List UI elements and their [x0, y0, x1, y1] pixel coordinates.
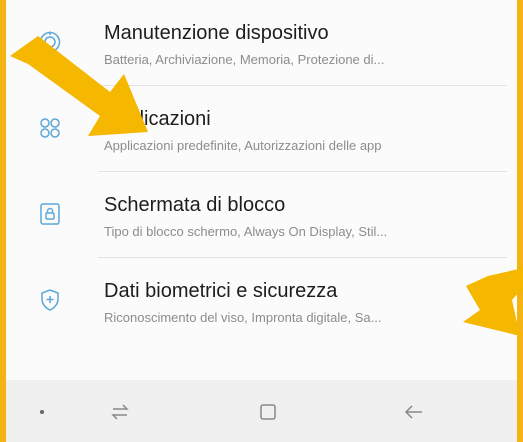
dot-icon[interactable] [28, 398, 56, 426]
settings-item-applications[interactable]: Applicazioni Applicazioni predefinite, A… [6, 86, 517, 172]
device-care-icon [38, 30, 62, 54]
biometrics-security-icon [38, 288, 62, 312]
settings-item-biometrics-security[interactable]: Dati biometrici e sicurezza Riconoscimen… [6, 258, 517, 344]
phone-screen: Manutenzione dispositivo Batteria, Archi… [6, 0, 517, 442]
navigation-bar [6, 380, 517, 442]
back-icon[interactable] [400, 398, 428, 426]
settings-item-subtitle: Riconoscimento del viso, Impronta digita… [104, 310, 382, 325]
settings-item-subtitle: Tipo di blocco schermo, Always On Displa… [104, 224, 388, 239]
settings-item-title: Dati biometrici e sicurezza [104, 280, 338, 302]
settings-item-subtitle: Batteria, Archiviazione, Memoria, Protez… [104, 52, 385, 67]
home-icon[interactable] [254, 398, 282, 426]
settings-item-title: Applicazioni [104, 108, 211, 130]
lock-screen-icon [38, 202, 62, 226]
apps-icon [38, 116, 62, 140]
settings-item-title: Manutenzione dispositivo [104, 22, 329, 44]
settings-list: Manutenzione dispositivo Batteria, Archi… [6, 0, 517, 380]
recent-apps-icon[interactable] [106, 398, 134, 426]
settings-item-device-care[interactable]: Manutenzione dispositivo Batteria, Archi… [6, 0, 517, 86]
settings-item-subtitle: Applicazioni predefinite, Autorizzazioni… [104, 138, 382, 153]
settings-item-lock-screen[interactable]: Schermata di blocco Tipo di blocco scher… [6, 172, 517, 258]
settings-item-title: Schermata di blocco [104, 194, 286, 216]
